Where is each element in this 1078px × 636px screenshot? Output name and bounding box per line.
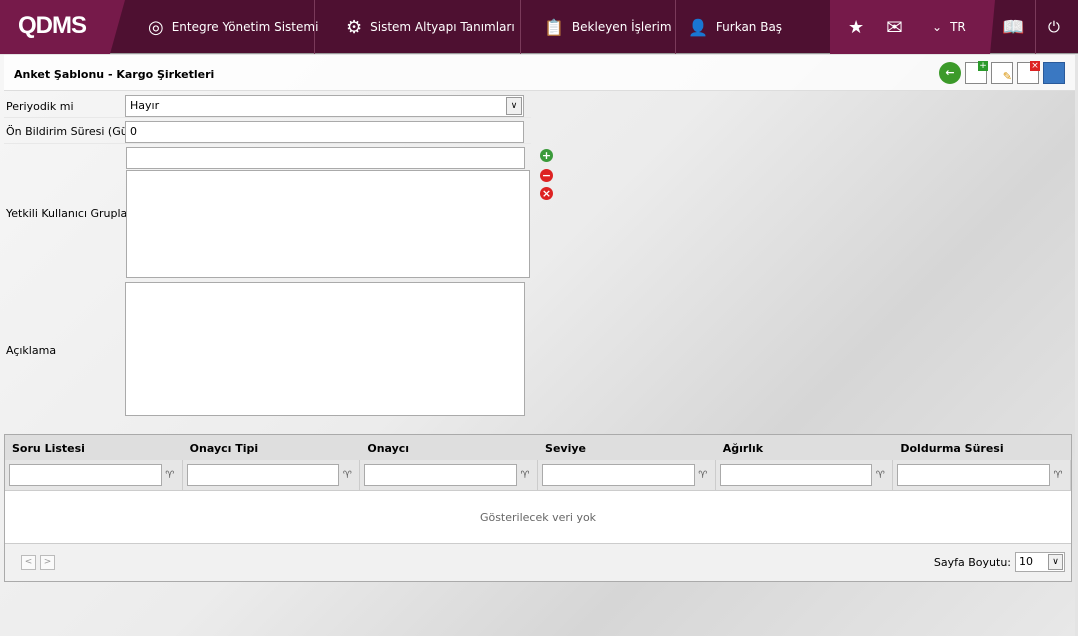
page-size-select[interactable]: 10 ∨ [1015, 552, 1065, 572]
column-header[interactable]: Ağırlık [716, 435, 894, 460]
column-header[interactable]: Seviye [538, 435, 716, 460]
edit-record-icon[interactable]: ✎ [991, 62, 1013, 84]
periodic-select[interactable]: Hayır ∨ [125, 95, 524, 117]
column-header[interactable]: Doldurma Süresi [893, 435, 1071, 460]
next-page-button[interactable]: > [40, 555, 55, 570]
approval-grid: Soru Listesi Onaycı Tipi Onaycı Seviye A… [4, 434, 1072, 582]
main-content: Anket Şablonu - Kargo Şirketleri ← + ✎ ×… [0, 55, 1075, 636]
clipboard-icon: 📋 [544, 17, 564, 37]
language-selector[interactable]: ⌄ TR [932, 0, 966, 54]
filter-icon[interactable]: ♈ [339, 470, 355, 481]
notice-period-label: Ön Bildirim Süresi (Gün) [6, 125, 139, 138]
column-header[interactable]: Onaycı [360, 435, 538, 460]
notice-period-input[interactable]: 0 [125, 121, 524, 143]
power-icon[interactable]: ⏻ [1048, 0, 1060, 54]
filter-input[interactable] [9, 464, 162, 486]
page-title: Anket Şablonu - Kargo Şirketleri [14, 68, 215, 81]
description-label: Açıklama [6, 344, 57, 357]
help-book-icon[interactable]: 📖 [1002, 0, 1024, 54]
filter-input[interactable] [719, 464, 873, 486]
filter-input[interactable] [364, 464, 518, 486]
top-navbar: QDMS ◎ Entegre Yönetim Sistemi ⚙ Sistem Al… [0, 0, 1078, 54]
description-textarea[interactable] [125, 282, 525, 416]
new-record-icon[interactable]: + [965, 61, 988, 84]
filter-input[interactable] [186, 464, 340, 486]
filter-icon[interactable]: ♈ [1050, 470, 1066, 481]
add-icon[interactable]: + [540, 149, 553, 162]
favorites-star-icon[interactable]: ★ [848, 0, 864, 54]
pager: < > Sayfa Boyutu: 10 ∨ [5, 544, 1071, 581]
gear-icon: ⚙ [346, 16, 363, 38]
qdms-logo[interactable]: QDMS [0, 0, 125, 54]
filter-input[interactable] [897, 464, 1051, 486]
chevron-down-icon: ⌄ [932, 20, 943, 34]
user-group-input[interactable] [126, 147, 525, 169]
prev-page-button[interactable]: < [21, 555, 36, 570]
clear-icon[interactable]: × [540, 187, 553, 200]
nav-pending-tasks[interactable]: 📋 Bekleyen İşlerim [544, 0, 672, 54]
back-arrow-icon[interactable]: ← [939, 62, 961, 84]
delete-record-icon[interactable]: × [1017, 61, 1040, 84]
empty-message: Gösterilecek veri yok [5, 491, 1071, 544]
column-header[interactable]: Onaycı Tipi [183, 435, 361, 460]
save-icon[interactable] [1043, 62, 1065, 84]
chevron-down-icon: ∨ [506, 97, 522, 115]
user-icon: 👤 [688, 17, 708, 37]
filter-icon[interactable]: ♈ [517, 470, 533, 481]
user-groups-label: Yetkili Kullanıcı Grupları [6, 207, 135, 220]
filter-input[interactable] [542, 464, 695, 486]
mail-icon[interactable]: ✉ [886, 0, 903, 54]
chevron-down-icon: ∨ [1048, 554, 1063, 570]
q-icon: ◎ [148, 16, 164, 38]
column-header[interactable]: Soru Listesi [5, 435, 183, 460]
page-size-label: Sayfa Boyutu: [933, 556, 1011, 569]
nav-system-infrastructure[interactable]: ⚙ Sistem Altyapı Tanımları [346, 0, 515, 54]
filter-icon[interactable]: ♈ [872, 470, 888, 481]
user-groups-list[interactable] [126, 170, 530, 278]
filter-icon[interactable]: ♈ [695, 470, 711, 481]
remove-icon[interactable]: − [540, 169, 553, 182]
periodic-label: Periyodik mi [6, 100, 74, 113]
filter-icon[interactable]: ♈ [162, 470, 178, 481]
nav-user[interactable]: 👤 Furkan Baş [688, 0, 782, 54]
nav-integrated-management[interactable]: ◎ Entegre Yönetim Sistemi [148, 0, 318, 54]
